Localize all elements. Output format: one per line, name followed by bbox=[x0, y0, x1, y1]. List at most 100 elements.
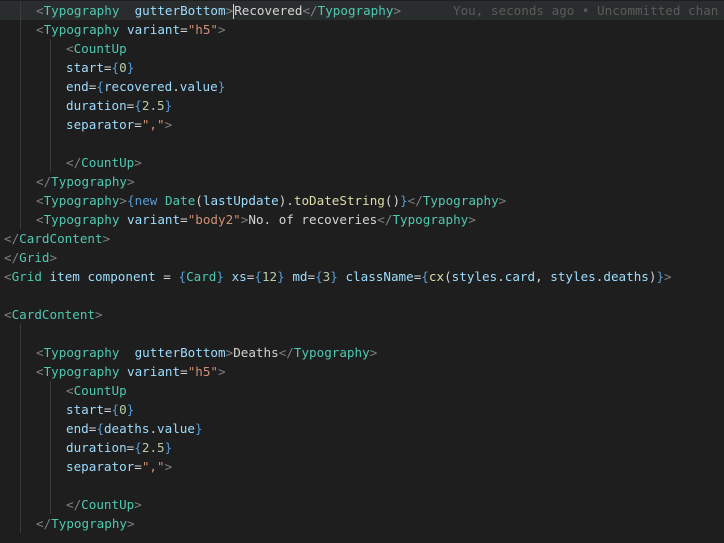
indent-guide bbox=[20, 494, 21, 514]
code-line[interactable]: separator=","> bbox=[0, 114, 724, 134]
code-line[interactable] bbox=[0, 475, 724, 495]
code-token: xs bbox=[231, 268, 247, 284]
indent-guide bbox=[50, 475, 51, 495]
indent-guide bbox=[50, 114, 51, 134]
code-token: > bbox=[164, 116, 173, 132]
indent-guide bbox=[20, 19, 21, 39]
indent-guide bbox=[50, 152, 51, 172]
code-token: CardContent bbox=[19, 230, 103, 246]
code-token: Recovered bbox=[234, 2, 303, 18]
code-token: < bbox=[36, 211, 44, 227]
code-token: 0 bbox=[119, 59, 127, 75]
code-token: > bbox=[664, 268, 672, 284]
code-token: duration bbox=[66, 97, 127, 113]
code-token: > bbox=[102, 230, 111, 246]
code-token: } bbox=[216, 268, 224, 284]
code-line[interactable]: end={deaths.value} bbox=[0, 418, 724, 438]
code-token: variant bbox=[127, 21, 181, 37]
code-token: </ bbox=[4, 230, 20, 246]
code-token: > bbox=[369, 344, 378, 360]
code-token: Typography bbox=[43, 363, 120, 379]
code-token: item bbox=[49, 268, 80, 284]
code-token: Deaths bbox=[233, 344, 279, 360]
code-line[interactable]: <Typography variant="body2">No. of recov… bbox=[0, 209, 724, 229]
code-content: end={deaths.value} bbox=[66, 419, 203, 438]
code-token: gutterBottom bbox=[134, 344, 226, 360]
code-token: { bbox=[178, 268, 187, 284]
code-token: </ bbox=[302, 2, 318, 18]
code-token: deaths bbox=[103, 420, 150, 436]
code-token: CountUp bbox=[73, 382, 127, 398]
code-token: CountUp bbox=[81, 496, 135, 512]
indent-guide bbox=[20, 323, 21, 343]
indent-guide bbox=[20, 133, 21, 153]
code-token: new bbox=[134, 192, 158, 208]
code-token: > bbox=[134, 154, 142, 170]
code-line[interactable]: <Typography gutterBottom>Recovered</Typo… bbox=[0, 0, 724, 20]
code-token: component bbox=[87, 268, 156, 284]
code-line[interactable]: <Typography variant="h5"> bbox=[0, 361, 724, 381]
code-line[interactable]: <Typography variant="h5"> bbox=[0, 19, 724, 39]
code-line[interactable]: duration={2.5} bbox=[0, 437, 724, 457]
code-line[interactable]: <Grid item component = {Card} xs={12} md… bbox=[0, 267, 724, 286]
indent-guide bbox=[50, 494, 51, 514]
code-line[interactable]: </CountUp> bbox=[0, 494, 724, 514]
indent-guide bbox=[20, 152, 21, 172]
code-content: <CardContent> bbox=[4, 305, 103, 324]
code-token: cx bbox=[428, 268, 445, 284]
code-token: > bbox=[468, 211, 476, 227]
code-line[interactable]: </CardContent> bbox=[0, 229, 724, 248]
code-token: < bbox=[66, 382, 74, 398]
code-token: No. of recoveries bbox=[248, 211, 378, 227]
code-line[interactable]: <CardContent> bbox=[0, 305, 724, 324]
code-token: } bbox=[656, 268, 665, 284]
code-token: 12 bbox=[261, 268, 278, 284]
indent-guide bbox=[20, 190, 21, 210]
code-line[interactable] bbox=[0, 323, 724, 343]
code-content: <Typography>{new Date(lastUpdate).toDate… bbox=[36, 191, 506, 210]
code-line[interactable]: end={recovered.value} bbox=[0, 76, 724, 96]
code-editor[interactable]: <Typography gutterBottom>Recovered</Typo… bbox=[0, 0, 724, 543]
indent-guide bbox=[20, 76, 21, 96]
indent-guide bbox=[20, 38, 21, 58]
code-token: ( bbox=[195, 192, 203, 208]
code-token: "h5" bbox=[187, 21, 219, 37]
code-content: </Grid> bbox=[4, 248, 57, 267]
code-token: { bbox=[96, 78, 104, 94]
indent-guide bbox=[20, 361, 21, 381]
code-line[interactable] bbox=[0, 286, 724, 305]
code-token: . bbox=[172, 78, 180, 94]
code-content: </Typography> bbox=[36, 514, 135, 533]
code-token: = bbox=[155, 268, 179, 284]
code-line[interactable]: separator=","> bbox=[0, 456, 724, 476]
code-line[interactable]: <CountUp bbox=[0, 38, 724, 58]
code-line[interactable] bbox=[0, 133, 724, 153]
code-token: = bbox=[180, 363, 188, 379]
code-token: 2.5 bbox=[141, 97, 165, 113]
code-content: <CountUp bbox=[66, 381, 127, 400]
code-content: <Grid item component = {Card} xs={12} md… bbox=[4, 267, 672, 286]
code-token: < bbox=[36, 192, 44, 208]
code-token: } bbox=[164, 439, 173, 455]
code-token: card bbox=[504, 268, 536, 284]
code-token: > bbox=[164, 458, 173, 474]
code-line[interactable]: </Grid> bbox=[0, 248, 724, 267]
code-token: Typography bbox=[51, 173, 127, 189]
code-line[interactable]: <Typography gutterBottom>Deaths</Typogra… bbox=[0, 342, 724, 362]
code-line[interactable]: start={0} bbox=[0, 399, 724, 419]
code-token: Typography bbox=[43, 21, 120, 37]
code-line[interactable]: duration={2.5} bbox=[0, 95, 724, 115]
code-line[interactable]: </Typography> bbox=[0, 171, 724, 191]
code-line[interactable]: </CountUp> bbox=[0, 152, 724, 172]
code-line[interactable]: start={0} bbox=[0, 57, 724, 77]
code-token: < bbox=[4, 306, 12, 322]
code-token: = bbox=[134, 116, 142, 132]
code-token: start bbox=[66, 401, 104, 417]
code-line[interactable]: <CountUp bbox=[0, 380, 724, 400]
code-line[interactable]: </Typography> bbox=[0, 513, 724, 533]
indent-guide bbox=[20, 418, 21, 438]
code-line[interactable]: <Typography>{new Date(lastUpdate).toDate… bbox=[0, 190, 724, 210]
